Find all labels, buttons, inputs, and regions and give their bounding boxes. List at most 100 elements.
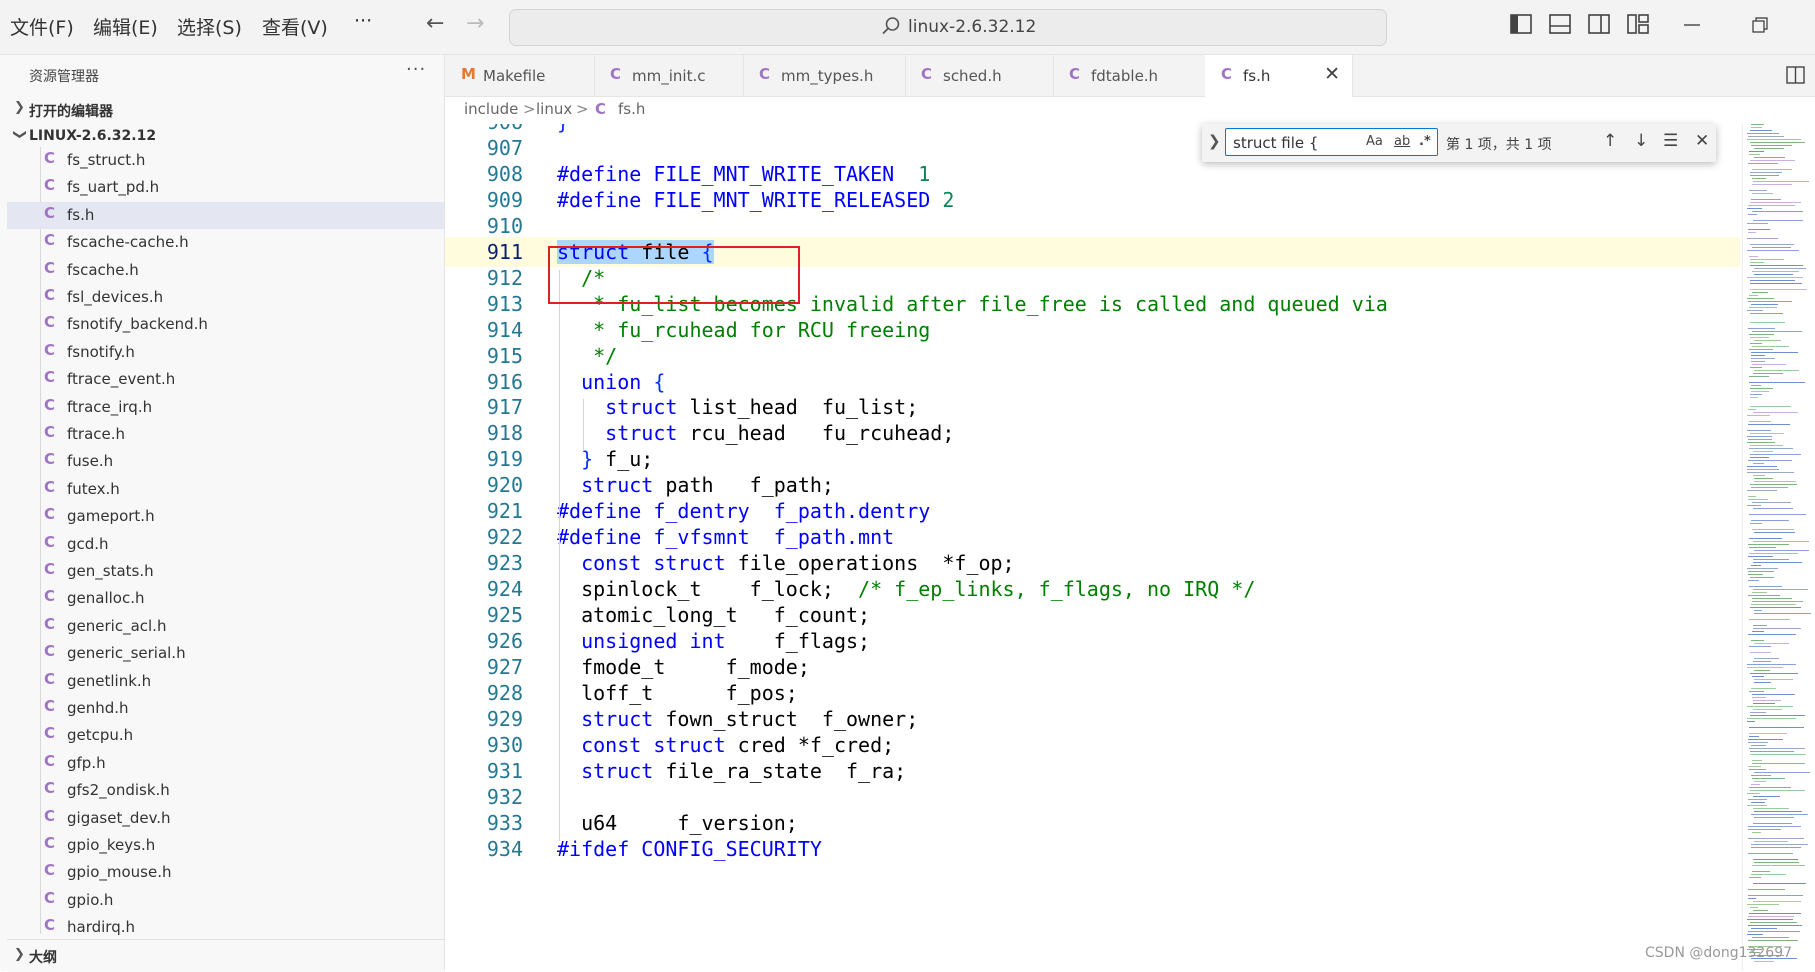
minimap-line bbox=[1749, 736, 1759, 737]
tab-sched-h[interactable]: Csched.h bbox=[905, 55, 1054, 96]
minimap-line bbox=[1753, 181, 1809, 182]
minimap-line bbox=[1751, 124, 1764, 125]
minimap-line bbox=[1753, 901, 1801, 902]
file-tree-item[interactable]: Cgameport.h bbox=[7, 503, 444, 530]
file-tree-item[interactable]: Cgenetlink.h bbox=[7, 668, 444, 695]
minimap-line bbox=[1748, 205, 1795, 206]
breadcrumb-linux[interactable]: linux bbox=[536, 100, 572, 118]
minimap-line bbox=[1753, 541, 1809, 542]
file-tree-item[interactable]: Cgenhd.h bbox=[7, 695, 444, 722]
minimap-line bbox=[1753, 412, 1798, 413]
restore-icon[interactable] bbox=[1752, 17, 1768, 33]
file-tree-item[interactable]: Cgpio_keys.h bbox=[7, 832, 444, 859]
file-tree-item[interactable]: Cfs_uart_pd.h bbox=[7, 174, 444, 201]
makefile-icon: M bbox=[461, 65, 476, 83]
file-tree-item[interactable]: Cftrace_irq.h bbox=[7, 394, 444, 421]
match-whole-word-icon[interactable]: ab bbox=[1394, 134, 1410, 149]
toggle-panel-icon[interactable] bbox=[1549, 14, 1571, 34]
menu-more[interactable]: ··· bbox=[354, 10, 372, 32]
minimap-line bbox=[1748, 634, 1796, 635]
split-editor-icon[interactable] bbox=[1786, 66, 1805, 84]
minimap-line bbox=[1750, 751, 1794, 752]
open-editors-section[interactable]: ❯ 打开的编辑器 bbox=[7, 97, 444, 123]
find-result-count: 第 1 项，共 1 项 bbox=[1446, 137, 1552, 153]
file-tree-item[interactable]: Cfutex.h bbox=[7, 476, 444, 503]
minimap-line bbox=[1752, 760, 1762, 761]
menu-edit[interactable]: 编辑(E) bbox=[93, 13, 158, 40]
minimap-line bbox=[1751, 391, 1769, 392]
file-tree-item[interactable]: Cgfs2_ondisk.h bbox=[7, 777, 444, 804]
tab-mm_init-c[interactable]: Cmm_init.c bbox=[594, 55, 744, 96]
file-tree-item[interactable]: Cgfp.h bbox=[7, 750, 444, 777]
file-name: gpio.h bbox=[67, 890, 114, 909]
outline-section[interactable]: ❯ 大纲 bbox=[7, 939, 444, 972]
minimap-line bbox=[1753, 220, 1803, 221]
file-tree-item[interactable]: Cfsnotify.h bbox=[7, 339, 444, 366]
file-tree-item[interactable]: Cgen_stats.h bbox=[7, 558, 444, 585]
file-tree-item[interactable]: Cgigaset_dev.h bbox=[7, 805, 444, 832]
close-icon[interactable]: ✕ bbox=[1324, 63, 1340, 85]
minimap-line bbox=[1752, 598, 1792, 599]
close-find-icon[interactable]: ✕ bbox=[1695, 131, 1709, 151]
line-number: 914 bbox=[486, 317, 523, 342]
file-tree-item[interactable]: Cfuse.h bbox=[7, 448, 444, 475]
tab-fs-h[interactable]: Cfs.h ✕ bbox=[1205, 55, 1353, 97]
command-center-search[interactable]: linux-2.6.32.12 bbox=[509, 9, 1387, 46]
toggle-secondary-sidebar-icon[interactable] bbox=[1588, 14, 1610, 34]
tab-mm_types-h[interactable]: Cmm_types.h bbox=[743, 55, 906, 96]
menu-selection[interactable]: 选择(S) bbox=[177, 13, 242, 40]
file-tree-item[interactable]: Cfs_struct.h bbox=[7, 147, 444, 174]
chevron-right-icon: ❯ bbox=[14, 947, 25, 962]
minimap[interactable] bbox=[1742, 124, 1815, 971]
match-case-icon[interactable]: Aa bbox=[1366, 134, 1383, 149]
file-tree-item[interactable]: Cgenalloc.h bbox=[7, 585, 444, 612]
indent-guide bbox=[583, 399, 584, 452]
toggle-primary-sidebar-icon[interactable] bbox=[1510, 14, 1532, 34]
breadcrumb-separator: > bbox=[523, 100, 536, 118]
tab-fdtable-h[interactable]: Cfdtable.h bbox=[1053, 55, 1206, 96]
chevron-down-icon: ❯ bbox=[11, 129, 27, 140]
find-in-selection-icon[interactable]: ☰ bbox=[1663, 131, 1678, 151]
back-arrow-icon[interactable]: ← bbox=[426, 11, 444, 36]
file-tree-item[interactable]: Cgetcpu.h bbox=[7, 722, 444, 749]
customize-layout-icon[interactable] bbox=[1627, 14, 1649, 34]
minimap-line bbox=[1754, 370, 1799, 371]
tab-makefile[interactable]: M Makefile bbox=[445, 55, 595, 96]
breadcrumb-include[interactable]: include bbox=[464, 100, 518, 118]
minimap-line bbox=[1750, 262, 1764, 263]
minimap-line bbox=[1750, 790, 1805, 791]
c-file-icon: C bbox=[44, 779, 56, 798]
file-tree-item[interactable]: Cgpio.h bbox=[7, 887, 444, 914]
forward-arrow-icon[interactable]: → bbox=[466, 11, 484, 36]
file-tree-item[interactable]: Cfscache.h bbox=[7, 257, 444, 284]
file-tree-item[interactable]: Cgcd.h bbox=[7, 531, 444, 558]
previous-match-icon[interactable]: ↑ bbox=[1603, 131, 1617, 151]
minimap-line bbox=[1752, 193, 1773, 194]
minimap-line bbox=[1754, 148, 1784, 149]
explorer-more-icon[interactable]: ··· bbox=[406, 59, 426, 80]
file-tree-item[interactable]: Cfsnotify_backend.h bbox=[7, 311, 444, 338]
minimap-line bbox=[1749, 733, 1787, 734]
use-regex-icon[interactable]: .* bbox=[1419, 134, 1431, 149]
minimize-icon[interactable] bbox=[1684, 24, 1700, 27]
menu-view[interactable]: 查看(V) bbox=[262, 13, 328, 40]
toggle-replace-icon[interactable]: ❯ bbox=[1208, 132, 1221, 150]
minimap-line bbox=[1750, 202, 1801, 203]
find-input[interactable]: struct file { Aa ab .* bbox=[1225, 128, 1438, 156]
file-tree-item[interactable]: Cgeneric_serial.h bbox=[7, 640, 444, 667]
c-file-icon: C bbox=[44, 916, 56, 935]
file-tree-item[interactable]: Cgpio_mouse.h bbox=[7, 859, 444, 886]
file-tree-item[interactable]: Chardirq.h bbox=[7, 914, 444, 941]
menu-file[interactable]: 文件(F) bbox=[10, 13, 74, 40]
file-tree-item[interactable]: Cftrace_event.h bbox=[7, 366, 444, 393]
file-tree-item[interactable]: Cftrace.h bbox=[7, 421, 444, 448]
file-tree-item[interactable]: Cfscache-cache.h bbox=[7, 229, 444, 256]
file-tree-item[interactable]: Cfs.h bbox=[7, 201, 444, 229]
file-tree-item[interactable]: Cfsl_devices.h bbox=[7, 284, 444, 311]
minimap-line bbox=[1747, 568, 1778, 569]
breadcrumb-fs-h[interactable]: fs.h bbox=[618, 100, 645, 118]
next-match-icon[interactable]: ↓ bbox=[1634, 131, 1648, 151]
line-number: 915 bbox=[486, 343, 523, 368]
file-tree-item[interactable]: Cgeneric_acl.h bbox=[7, 613, 444, 640]
c-file-icon: C bbox=[44, 286, 56, 304]
